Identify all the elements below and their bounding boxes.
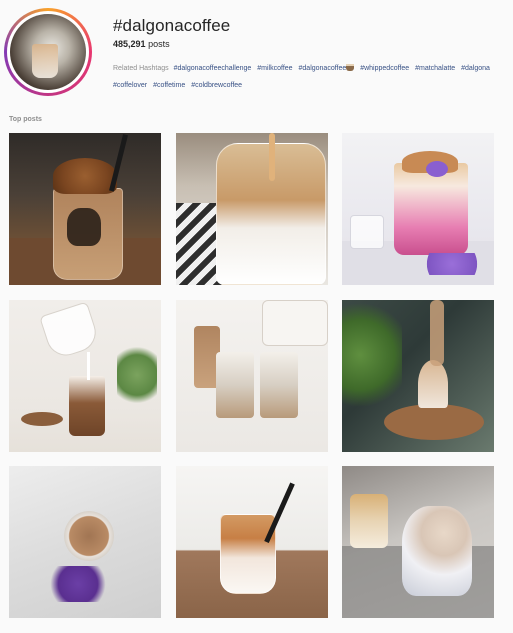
- related-hashtags-label: Related Hashtags: [113, 65, 169, 72]
- post-tile-1[interactable]: [9, 133, 161, 285]
- page-title: #dalgonacoffee: [113, 16, 231, 35]
- post-count: 485,291 posts: [113, 39, 170, 49]
- post-tile-2[interactable]: [176, 133, 328, 285]
- related-tag[interactable]: #dalgonacoffee: [299, 64, 355, 72]
- related-tag[interactable]: #coffelover: [113, 82, 147, 89]
- post-tile-4[interactable]: [9, 300, 161, 452]
- top-posts-label: Top posts: [9, 116, 42, 123]
- hashtag-header: #dalgonacoffee 485,291 posts Related Has…: [0, 0, 513, 110]
- hashtag-avatar[interactable]: [4, 8, 92, 96]
- post-tile-7[interactable]: [9, 466, 161, 618]
- related-tag[interactable]: #matchalatte: [415, 65, 455, 72]
- related-tag[interactable]: #whippedcoffee: [360, 65, 409, 72]
- post-count-number: 485,291: [113, 39, 146, 49]
- related-tag[interactable]: #coldbrewcoffee: [191, 82, 242, 89]
- related-tag[interactable]: #dalgona: [461, 65, 490, 72]
- post-tile-6[interactable]: [342, 300, 494, 452]
- post-tile-8[interactable]: [176, 466, 328, 618]
- top-posts-grid: [9, 133, 495, 619]
- post-tile-3[interactable]: [342, 133, 494, 285]
- post-count-suffix: posts: [148, 39, 170, 49]
- related-hashtags: Related Hashtags #dalgonacoffeechallenge…: [113, 60, 511, 94]
- post-tile-5[interactable]: [176, 300, 328, 452]
- related-tag[interactable]: #milkcoffee: [257, 65, 292, 72]
- avatar-image: [10, 14, 86, 90]
- related-tag[interactable]: #coffetime: [153, 82, 185, 89]
- coffee-cup-icon: [346, 64, 355, 71]
- post-tile-9[interactable]: [342, 466, 494, 618]
- related-tag[interactable]: #dalgonacoffeechallenge: [174, 65, 252, 72]
